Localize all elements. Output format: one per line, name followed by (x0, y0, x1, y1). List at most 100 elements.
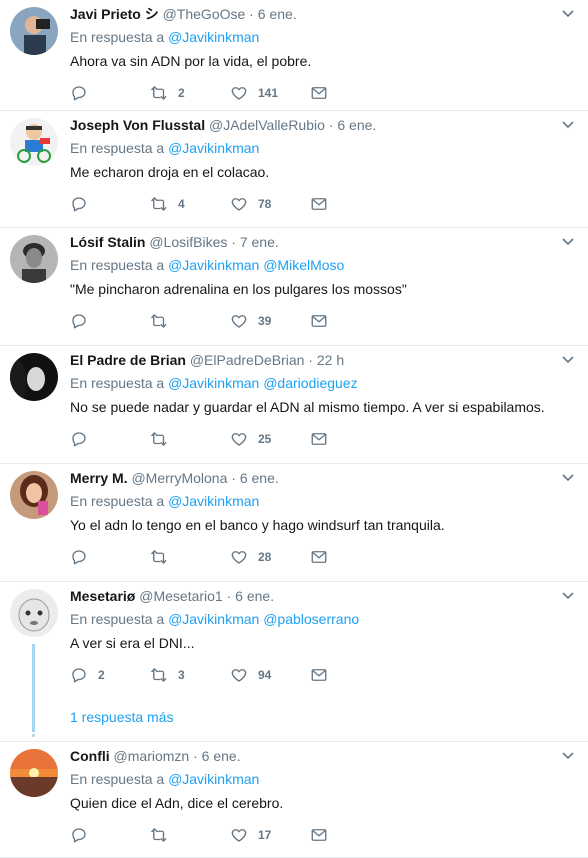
mention-link[interactable]: @dariodieguez (263, 375, 357, 391)
display-name[interactable]: Lósif Stalin (70, 234, 145, 250)
reply-button[interactable] (70, 312, 98, 330)
display-name[interactable]: Confli (70, 748, 110, 764)
user-handle[interactable]: @ElPadreDeBrian (190, 352, 305, 368)
display-name[interactable]: Mesetariø (70, 588, 135, 604)
tweet[interactable]: El Padre de Brian @ElPadreDeBrian · 22 h… (0, 346, 588, 464)
like-button[interactable]: 25 (230, 430, 271, 448)
reply-count: 2 (98, 668, 105, 682)
reply-button[interactable]: 2 (70, 666, 105, 684)
reply-prefix: En respuesta a (70, 140, 165, 156)
avatar[interactable] (10, 353, 58, 401)
mention-list: @Javikinkman @dariodieguez (168, 375, 358, 391)
avatar[interactable] (10, 471, 58, 519)
user-handle[interactable]: @MerryMolona (131, 470, 227, 486)
timestamp[interactable]: 6 ene. (240, 470, 279, 486)
mention-link[interactable]: @Javikinkman (168, 375, 259, 391)
like-count: 78 (258, 197, 272, 211)
reply-icon (72, 668, 86, 683)
mention-link[interactable]: @Javikinkman (168, 493, 259, 509)
retweet-button[interactable]: 2 (150, 84, 185, 102)
direct-message-button[interactable] (310, 84, 328, 102)
user-handle[interactable]: @mariomzn (114, 748, 190, 764)
reply-prefix: En respuesta a (70, 611, 165, 627)
mention-link[interactable]: @Javikinkman (168, 771, 259, 787)
tweet-text: A ver si era el DNI... (70, 635, 195, 651)
mention-link[interactable]: @Javikinkman (168, 29, 259, 45)
display-name[interactable]: El Padre de Brian (70, 352, 186, 368)
like-count: 28 (258, 550, 272, 564)
envelope-icon (311, 433, 327, 445)
timestamp[interactable]: 6 ene. (337, 117, 376, 133)
mention-link[interactable]: @Javikinkman (168, 611, 259, 627)
reply-button[interactable] (70, 195, 98, 213)
like-button[interactable]: 141 (230, 84, 278, 102)
retweet-button[interactable] (150, 430, 178, 448)
mention-link[interactable]: @Javikinkman (168, 257, 259, 273)
tweet[interactable]: Confli @mariomzn · 6 ene. En respuesta a… (0, 742, 588, 858)
heart-icon (231, 829, 247, 842)
like-button[interactable]: 78 (230, 195, 271, 213)
timestamp[interactable]: 7 ene. (240, 234, 279, 250)
show-more-replies-link[interactable]: 1 respuesta más (70, 709, 174, 725)
reply-button[interactable] (70, 84, 98, 102)
mention-link[interactable]: @pabloserrano (263, 611, 359, 627)
chevron-down-icon[interactable] (562, 238, 574, 246)
timestamp[interactable]: 6 ene. (258, 6, 297, 22)
avatar[interactable] (10, 235, 58, 283)
reply-button[interactable] (70, 826, 98, 844)
retweet-button[interactable] (150, 548, 178, 566)
user-handle[interactable]: @JAdelValleRubio (209, 117, 325, 133)
retweet-button[interactable] (150, 826, 178, 844)
chevron-down-icon[interactable] (562, 356, 574, 364)
user-handle[interactable]: @Mesetario1 (139, 588, 222, 604)
reply-icon (72, 828, 86, 843)
like-button[interactable]: 17 (230, 826, 271, 844)
direct-message-button[interactable] (310, 826, 328, 844)
tweet[interactable]: Mesetariø @Mesetario1 · 6 ene. En respue… (0, 582, 588, 742)
mention-link[interactable]: @Javikinkman (168, 140, 259, 156)
avatar[interactable] (10, 7, 58, 55)
timestamp[interactable]: 6 ene. (202, 748, 241, 764)
direct-message-button[interactable] (310, 666, 328, 684)
reply-button[interactable] (70, 548, 98, 566)
chevron-down-icon[interactable] (562, 474, 574, 482)
reply-context: En respuesta a @Javikinkman (70, 28, 259, 46)
chevron-down-icon[interactable] (562, 10, 574, 18)
chevron-down-icon[interactable] (562, 752, 574, 760)
timestamp[interactable]: 22 h (317, 352, 344, 368)
avatar[interactable] (10, 749, 58, 797)
avatar[interactable] (10, 589, 58, 637)
like-button[interactable]: 39 (230, 312, 271, 330)
heart-icon (231, 669, 247, 682)
mention-link[interactable]: @MikelMoso (263, 257, 344, 273)
reply-button[interactable] (70, 430, 98, 448)
retweet-button[interactable]: 4 (150, 195, 185, 213)
retweet-button[interactable]: 3 (150, 666, 185, 684)
like-button[interactable]: 94 (230, 666, 271, 684)
tweet[interactable]: Javi Prieto シ @TheGoOse · 6 ene. En resp… (0, 0, 588, 111)
timestamp[interactable]: 6 ene. (235, 588, 274, 604)
user-handle[interactable]: @TheGoOse (163, 6, 246, 22)
like-button[interactable]: 28 (230, 548, 271, 566)
tweet-header: Merry M. @MerryMolona · 6 ene. (70, 469, 279, 487)
tweet-feed: Javi Prieto シ @TheGoOse · 6 ene. En resp… (0, 0, 588, 858)
tweet[interactable]: Joseph Von Flusstal @JAdelValleRubio · 6… (0, 111, 588, 228)
display-name[interactable]: Javi Prieto シ (70, 6, 159, 22)
chevron-down-icon[interactable] (562, 592, 574, 600)
tweet[interactable]: Lósif Stalin @LosifBikes · 7 ene. En res… (0, 228, 588, 346)
direct-message-button[interactable] (310, 195, 328, 213)
display-name[interactable]: Joseph Von Flusstal (70, 117, 205, 133)
chevron-down-icon[interactable] (562, 121, 574, 129)
direct-message-button[interactable] (310, 430, 328, 448)
tweet-actions: 25 (70, 430, 340, 448)
direct-message-button[interactable] (310, 548, 328, 566)
display-name[interactable]: Merry M. (70, 470, 128, 486)
avatar[interactable] (10, 118, 58, 166)
direct-message-button[interactable] (310, 312, 328, 330)
like-count: 39 (258, 314, 272, 328)
reply-prefix: En respuesta a (70, 771, 165, 787)
tweet[interactable]: Merry M. @MerryMolona · 6 ene. En respue… (0, 464, 588, 582)
user-handle[interactable]: @LosifBikes (149, 234, 227, 250)
retweet-button[interactable] (150, 312, 178, 330)
envelope-icon (311, 829, 327, 841)
